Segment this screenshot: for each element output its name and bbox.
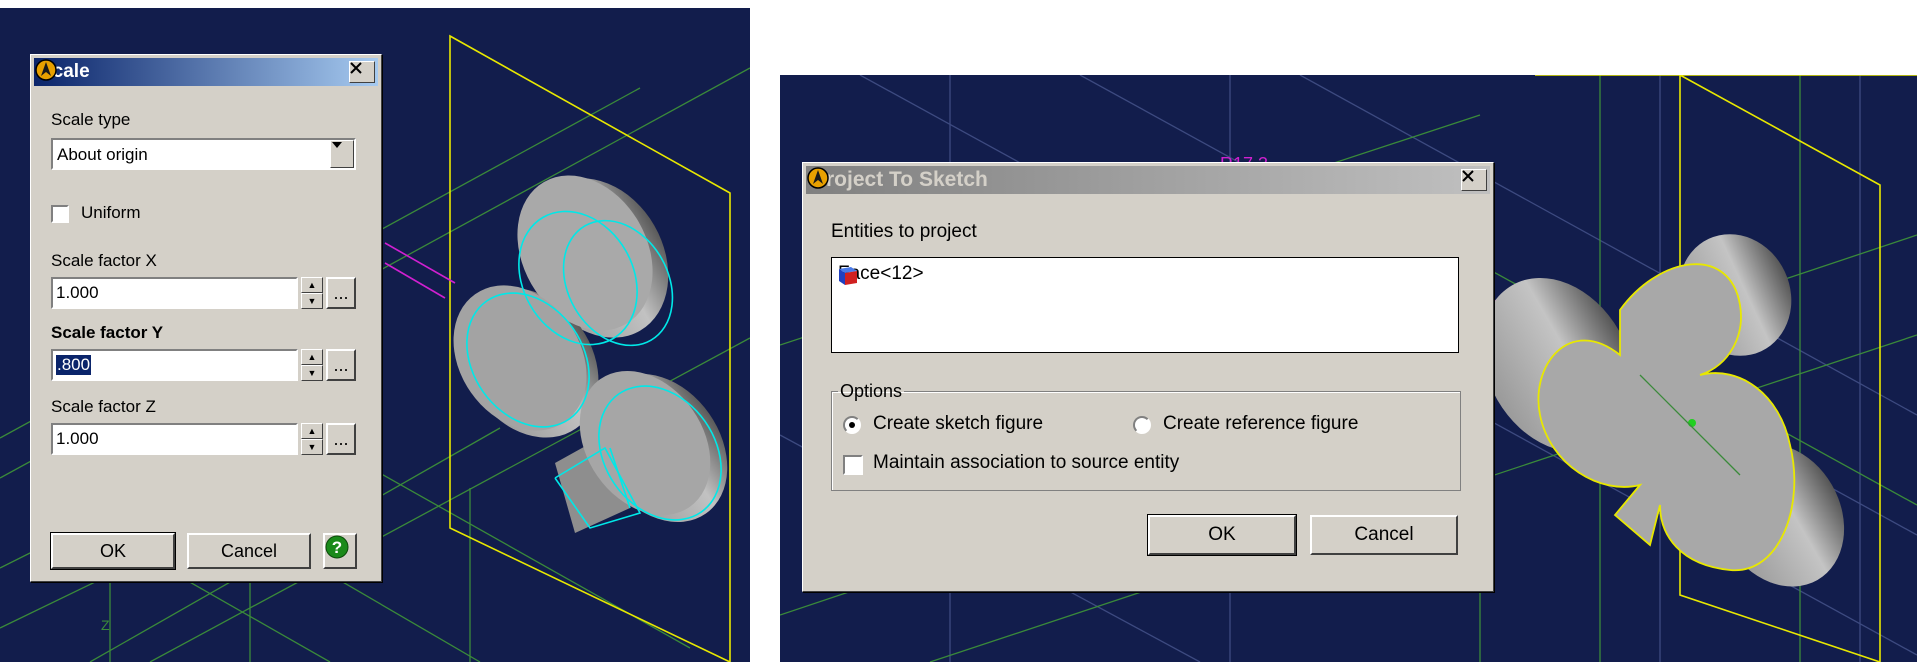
face-icon (839, 267, 857, 285)
project-cancel-button[interactable]: Cancel (1310, 515, 1458, 555)
radio-create-sketch-figure[interactable] (843, 416, 861, 434)
scale-dialog: Scale Scale type About origin Uniform Sc… (30, 54, 382, 582)
spin-down-icon[interactable]: ▼ (301, 293, 323, 309)
scale-factor-z-browse-button[interactable]: ... (326, 423, 356, 455)
scale-factor-z-spinner[interactable]: ▲ ▼ (301, 423, 323, 455)
scale-type-value: About origin (57, 145, 148, 164)
scale-dialog-titlebar[interactable]: Scale (34, 58, 378, 86)
scale-factor-x-label: Scale factor X (51, 251, 157, 270)
scale-help-button[interactable]: ? (323, 533, 357, 569)
scale-factor-x-spinner[interactable]: ▲ ▼ (301, 277, 323, 309)
options-group: Options (831, 381, 1461, 491)
options-legend: Options (840, 381, 903, 401)
uniform-checkbox[interactable] (51, 205, 69, 223)
help-glyph: ? (332, 538, 342, 557)
spin-up-icon[interactable]: ▲ (301, 423, 323, 439)
scale-factor-z-input[interactable] (53, 425, 296, 453)
viewport-right[interactable]: R17.3 Project To Sketch Entities (780, 75, 1917, 662)
spin-down-icon[interactable]: ▼ (301, 439, 323, 455)
close-icon (1462, 170, 1474, 182)
scale-type-dropdown-button[interactable] (330, 140, 354, 168)
app-logo-icon (807, 167, 829, 189)
app-logo-icon (35, 59, 57, 81)
chevron-down-icon (332, 142, 342, 148)
scale-factor-x-input[interactable] (53, 279, 296, 307)
scale-ok-button[interactable]: OK (50, 532, 176, 570)
maintain-association-label: Maintain association to source entity (873, 452, 1180, 473)
scale-factor-y-spinner[interactable]: ▲ ▼ (301, 349, 323, 381)
scale-factor-z-field[interactable] (51, 423, 298, 455)
scale-factor-x-browse-button[interactable]: ... (326, 277, 356, 309)
scale-factor-y-browse-button[interactable]: ... (326, 349, 356, 381)
spin-down-icon[interactable]: ▼ (301, 365, 323, 381)
scale-type-label: Scale type (51, 110, 131, 129)
scale-type-select[interactable]: About origin (51, 138, 356, 170)
maintain-association-checkbox[interactable] (843, 455, 863, 475)
entities-label: Entities to project (831, 221, 977, 242)
scale-cancel-button[interactable]: Cancel (187, 533, 311, 569)
radio-create-reference-figure[interactable] (1133, 416, 1151, 434)
spin-up-icon[interactable]: ▲ (301, 277, 323, 293)
scale-factor-y-selected-text[interactable]: .800 (56, 355, 92, 375)
spin-up-icon[interactable]: ▲ (301, 349, 323, 365)
scale-dialog-close-button[interactable] (349, 61, 375, 83)
radio-sketch-label: Create sketch figure (873, 413, 1044, 434)
radio-reference-label: Create reference figure (1163, 413, 1359, 434)
viewport-left[interactable]: Z Scale Scale type About origin Uniform … (0, 8, 750, 662)
scale-factor-x-field[interactable] (51, 277, 298, 309)
axis-z-label: Z (101, 617, 110, 633)
help-icon: ? (325, 535, 349, 559)
scale-factor-y-label: Scale factor Y (51, 323, 164, 342)
uniform-label: Uniform (81, 203, 141, 222)
project-dialog-title: Project To Sketch (812, 168, 988, 191)
list-item[interactable]: Face<12> (836, 263, 924, 285)
scale-factor-y-field[interactable]: .800 (51, 349, 298, 381)
entities-list[interactable]: Face<12> (831, 257, 1459, 353)
scale-factor-z-label: Scale factor Z (51, 397, 156, 416)
close-icon (350, 62, 362, 74)
project-ok-button[interactable]: OK (1147, 514, 1297, 556)
project-dialog-close-button[interactable] (1461, 169, 1487, 191)
project-dialog-titlebar[interactable]: Project To Sketch (806, 166, 1490, 194)
project-to-sketch-dialog: Project To Sketch Entities to project Fa… (802, 162, 1494, 592)
